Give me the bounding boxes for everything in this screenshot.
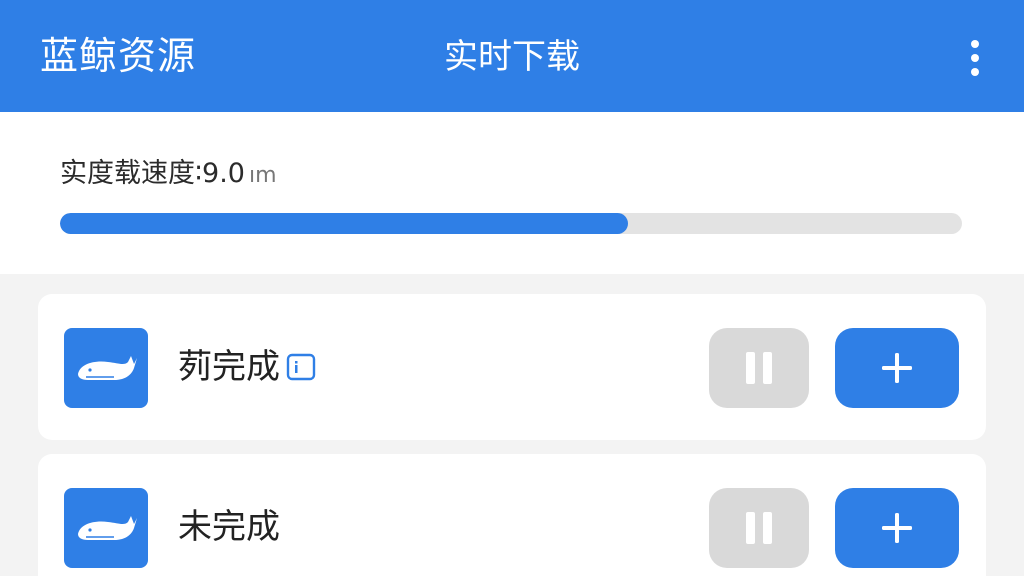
app-bar: 蓝鲸资源 实时下载 <box>0 0 1024 112</box>
plus-icon <box>882 353 912 383</box>
pause-button[interactable] <box>709 488 809 568</box>
add-button[interactable] <box>835 328 959 408</box>
speed-label: 实度载速度 <box>60 158 195 189</box>
download-item-title-text: 未完成 <box>178 507 280 547</box>
speed-separator: ∶ <box>195 158 203 189</box>
pause-icon <box>746 512 755 544</box>
download-item: 未完成 <box>38 454 986 576</box>
speed-value: 9.0 <box>202 158 245 189</box>
plus-icon <box>882 513 912 543</box>
page-title: 实时下载 <box>444 37 580 77</box>
download-item: 茢完成 <box>38 294 986 440</box>
download-progress-fill <box>60 213 629 234</box>
info-box-icon <box>286 353 316 381</box>
pause-button[interactable] <box>709 328 809 408</box>
more-options-icon[interactable] <box>958 36 992 80</box>
speed-unit: ım <box>248 163 277 188</box>
add-button[interactable] <box>835 488 959 568</box>
speed-panel: 实度载速度∶9.0 ım <box>0 112 1024 274</box>
whale-icon <box>64 328 148 408</box>
download-item-title-text: 茢完成 <box>178 347 280 387</box>
download-item-title: 未完成 <box>178 504 280 550</box>
whale-icon <box>64 488 148 568</box>
download-item-title: 茢完成 <box>178 344 316 390</box>
speed-readout: 实度载速度∶9.0 ım <box>60 154 277 196</box>
pause-icon <box>746 352 755 384</box>
download-progress-bar <box>60 213 962 234</box>
